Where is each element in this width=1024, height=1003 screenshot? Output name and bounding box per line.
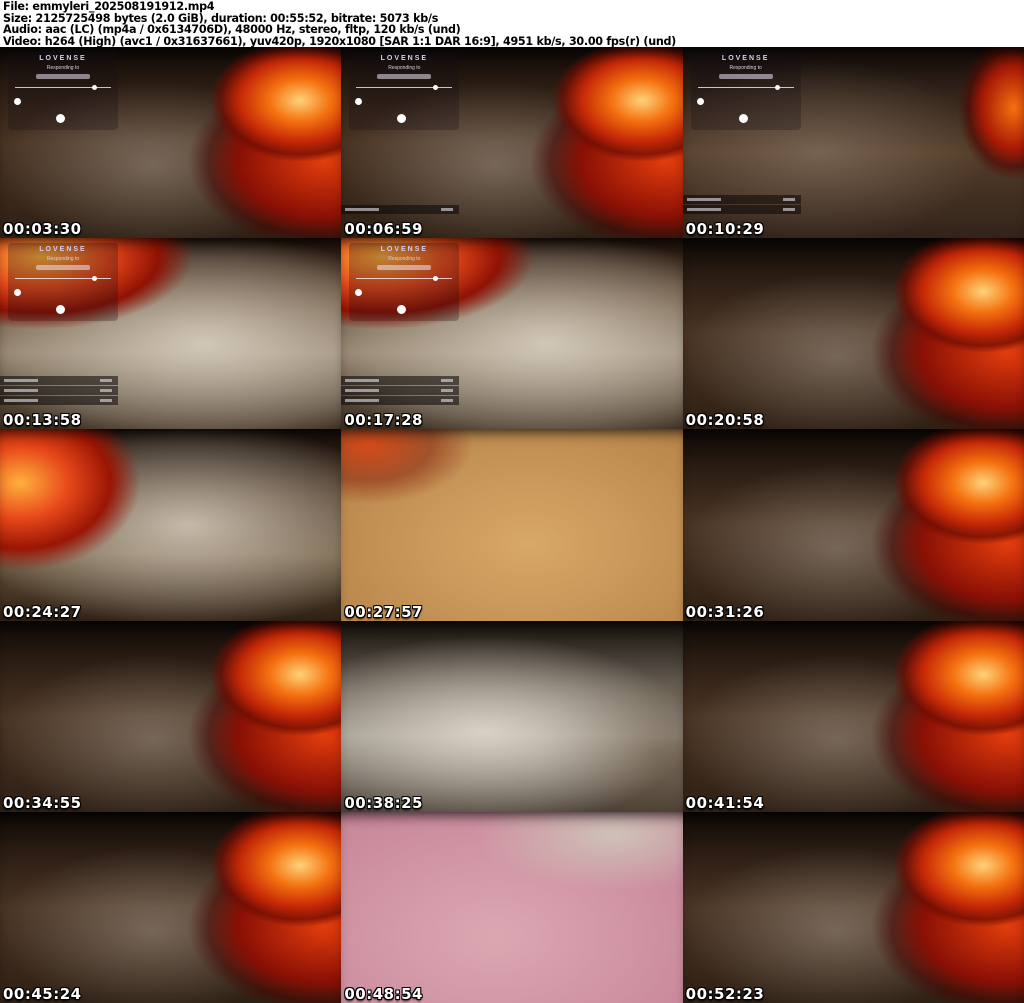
video-thumbnail: 00:34:55 (0, 620, 342, 812)
video-thumbnail: 00:41:54 (682, 620, 1024, 812)
overlay-dot-icon (355, 289, 363, 297)
overlay-status: Responding to (729, 65, 762, 71)
video-thumbnail: 00:48:54 (341, 811, 683, 1003)
queue-row (341, 205, 460, 215)
video-thumbnail: 00:31:26 (682, 429, 1024, 621)
overlay-dot-icon (738, 114, 748, 123)
lovense-logo: LOVENSE (39, 55, 87, 62)
timestamp-label: 00:27:57 (344, 602, 423, 621)
timestamp-label: 00:52:23 (685, 984, 765, 1003)
overlay-dot-icon (696, 98, 704, 105)
timestamp-label: 00:48:54 (344, 984, 423, 1003)
metadata-header: File: emmyleri_202508191912.mp4 Size: 21… (0, 0, 1024, 47)
overlay-name-bar (377, 265, 432, 271)
lovense-overlay: LOVENSE Responding to (8, 52, 118, 130)
timestamp-label: 00:17:28 (344, 411, 423, 430)
video-thumbnail: 00:52:23 (682, 811, 1024, 1003)
overlay-status: Responding to (46, 65, 80, 71)
timestamp-label: 00:10:29 (685, 220, 765, 239)
lovense-logo: LOVENSE (721, 55, 770, 62)
contact-sheet: { "header": { "file": "File: emmyleri_20… (0, 0, 1024, 1003)
lovense-overlay: LOVENSE Responding to (690, 52, 801, 130)
overlay-progress-bar (356, 276, 453, 282)
lovense-logo: LOVENSE (380, 246, 429, 254)
tip-queue-overlay (682, 194, 801, 215)
overlay-dot-icon (397, 114, 407, 123)
tip-queue-overlay (0, 375, 118, 406)
lovense-logo: LOVENSE (380, 55, 429, 62)
video-thumbnail: LOVENSE Responding to 00:03:30 (0, 47, 342, 239)
thumbnail-grid: LOVENSE Responding to 00:03:30 LOVENSE R… (0, 47, 1024, 1003)
overlay-dot-icon (355, 98, 363, 105)
video-thumbnail: LOVENSE Responding to 00:13:58 (0, 238, 342, 430)
overlay-status: Responding to (388, 65, 421, 71)
overlay-progress-bar (15, 276, 111, 282)
overlay-name-bar (36, 74, 90, 79)
timestamp-label: 00:45:24 (3, 984, 82, 1003)
video-thumbnail: 00:45:24 (0, 811, 342, 1003)
queue-row (0, 376, 118, 386)
lovense-overlay: LOVENSE Responding to (8, 243, 118, 322)
overlay-dot-icon (14, 98, 21, 105)
timestamp-label: 00:03:30 (3, 220, 82, 239)
queue-row (0, 396, 118, 406)
timestamp-label: 00:31:26 (685, 602, 765, 621)
lovense-overlay: LOVENSE Responding to (349, 52, 460, 130)
timestamp-label: 00:41:54 (685, 793, 765, 812)
lovense-overlay: LOVENSE Responding to (349, 243, 460, 322)
queue-row (341, 386, 460, 396)
queue-row (341, 376, 460, 386)
video-thumbnail: 00:24:27 (0, 429, 342, 621)
video-thumbnail: LOVENSE Responding to 00:17:28 (341, 238, 683, 430)
overlay-status: Responding to (388, 256, 421, 263)
queue-row (341, 396, 460, 406)
queue-row (682, 205, 801, 215)
lovense-logo: LOVENSE (39, 246, 87, 254)
timestamp-label: 00:38:25 (344, 793, 423, 812)
queue-row (682, 195, 801, 205)
overlay-progress-bar (697, 85, 794, 90)
video-thumbnail: LOVENSE Responding to 00:10:29 (682, 47, 1024, 239)
overlay-progress-bar (356, 85, 453, 90)
overlay-name-bar (718, 74, 773, 79)
overlay-status: Responding to (46, 256, 80, 263)
overlay-name-bar (36, 265, 90, 271)
overlay-dot-icon (56, 114, 65, 123)
timestamp-label: 00:13:58 (3, 411, 82, 430)
video-thumbnail: 00:27:57 (341, 429, 683, 621)
video-thumbnail: LOVENSE Responding to 00:06:59 (341, 47, 683, 239)
video-line: Video: h264 (High) (avc1 / 0x31637661), … (3, 33, 676, 48)
overlay-dot-icon (397, 305, 407, 315)
timestamp-label: 00:24:27 (3, 602, 82, 621)
timestamp-label: 00:06:59 (344, 220, 423, 239)
overlay-dot-icon (56, 305, 65, 315)
overlay-name-bar (377, 74, 432, 79)
timestamp-label: 00:34:55 (3, 793, 82, 812)
video-thumbnail: 00:38:25 (341, 620, 683, 812)
video-thumbnail: 00:20:58 (682, 238, 1024, 430)
tip-queue-overlay (341, 204, 460, 215)
tip-queue-overlay (341, 375, 460, 406)
overlay-progress-bar (15, 85, 111, 90)
queue-row (0, 386, 118, 396)
overlay-dot-icon (14, 289, 21, 297)
timestamp-label: 00:20:58 (685, 411, 765, 430)
